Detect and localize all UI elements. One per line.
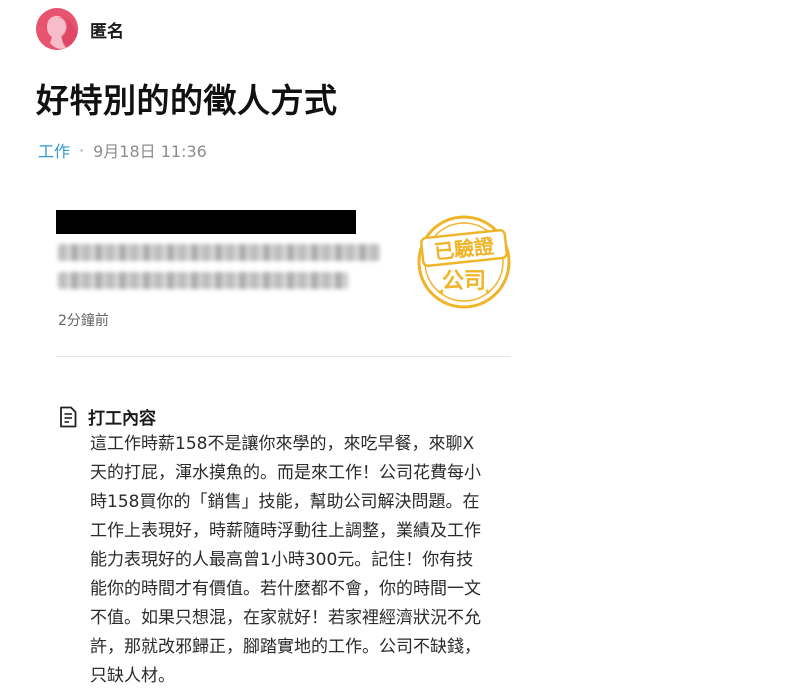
svg-text:★: ★: [484, 287, 491, 296]
board-link[interactable]: 工作: [38, 138, 70, 162]
female-silhouette-icon: [36, 8, 78, 50]
verified-company-stamp: 已驗證 公司 ★ ★: [417, 215, 511, 309]
document-icon: [60, 406, 77, 427]
content-section-header: 打工內容: [58, 404, 156, 429]
avatar[interactable]: [36, 8, 78, 50]
meta-separator: ·: [79, 140, 85, 160]
job-description: 這工作時薪158不是讓你來學的，來吃早餐，來聊X 天的打屁，渾水摸魚的。而是來工…: [90, 434, 481, 686]
post-title: 好特別的的徵人方式: [36, 81, 338, 120]
posted-ago: 2分鐘前: [58, 313, 109, 329]
blurred-text-line: [58, 272, 348, 289]
post-meta: 工作 · 9月18日 11:36: [38, 138, 207, 162]
svg-text:★: ★: [438, 287, 445, 296]
author-name[interactable]: 匿名: [90, 17, 124, 42]
redacted-company-name: [56, 210, 356, 234]
section-title: 打工內容: [88, 409, 156, 429]
stamp-text-company: 公司: [442, 269, 486, 294]
job-listing-card[interactable]: 2分鐘前 已驗證 公司 ★ ★: [56, 196, 511, 357]
post-author[interactable]: 匿名: [36, 8, 124, 50]
blurred-text-line: [58, 244, 380, 261]
post-timestamp: 9月18日 11:36: [93, 142, 207, 161]
